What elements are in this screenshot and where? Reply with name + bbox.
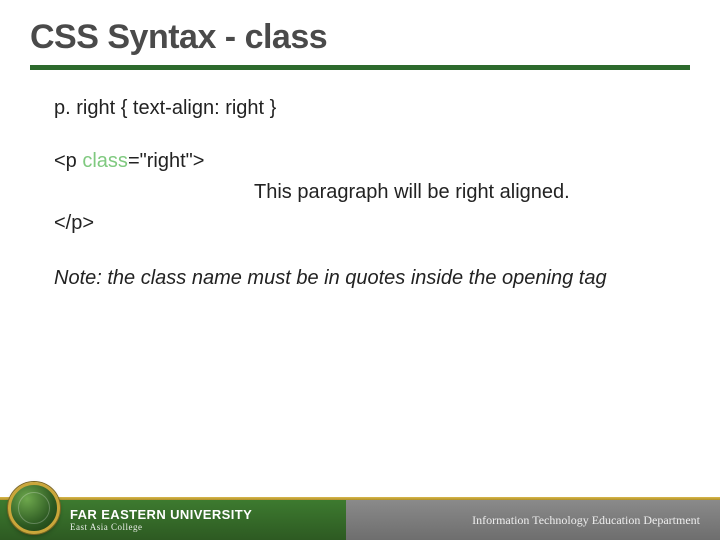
code-open-pre: <p	[54, 150, 82, 172]
code-open-post: ="right">	[128, 150, 204, 172]
footer: FAR EASTERN UNIVERSITY East Asia College…	[0, 480, 720, 540]
slide: CSS Syntax - class p. right { text-align…	[0, 0, 720, 540]
footer-bar: FAR EASTERN UNIVERSITY East Asia College…	[0, 500, 720, 540]
css-rule-text: p. right { text-align: right }	[54, 94, 690, 123]
department-name: Information Technology Education Departm…	[472, 513, 700, 528]
university-block: FAR EASTERN UNIVERSITY East Asia College	[70, 508, 252, 532]
code-open-tag: <p class="right">	[54, 147, 690, 176]
slide-content: p. right { text-align: right } <p class=…	[30, 94, 690, 293]
university-name: FAR EASTERN UNIVERSITY	[70, 508, 252, 522]
footer-right: Information Technology Education Departm…	[346, 500, 720, 540]
code-body-text: This paragraph will be right aligned.	[54, 178, 690, 207]
title-underline	[30, 65, 690, 70]
code-close-tag: </p>	[54, 209, 690, 238]
college-name: East Asia College	[70, 522, 252, 532]
university-seal-icon	[8, 482, 60, 534]
class-keyword: class	[82, 150, 128, 172]
slide-title: CSS Syntax - class	[30, 18, 690, 57]
note-text: Note: the class name must be in quotes i…	[54, 264, 690, 293]
